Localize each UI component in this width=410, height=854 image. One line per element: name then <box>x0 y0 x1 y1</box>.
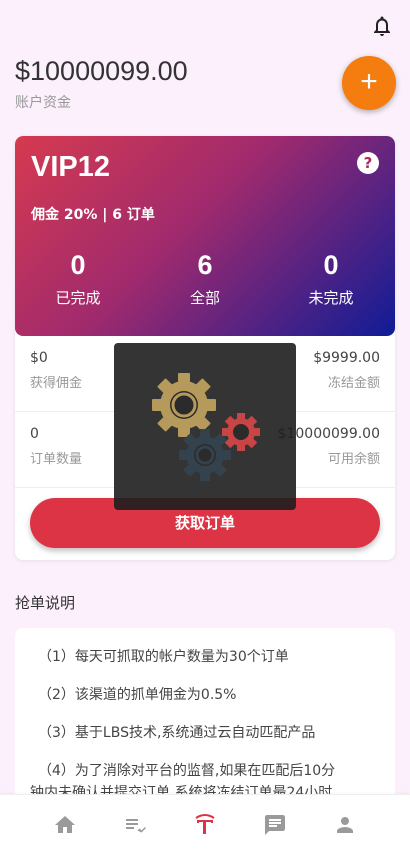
stat-value: 6 <box>197 250 213 280</box>
order-count-value: 0 <box>30 426 39 442</box>
stat-label: 全部 <box>189 289 220 307</box>
rules-panel: （1）每天可抓取的帐户数量为30个订单 （2）该渠道的抓单佣金为0.5% （3）… <box>15 628 395 818</box>
help-icon[interactable]: ? <box>357 152 379 174</box>
stat-all: 6 全部 <box>150 250 260 308</box>
nav-home[interactable] <box>53 813 77 837</box>
stat-pending: 0 未完成 <box>276 250 386 308</box>
account-balance-label: 账户资金 <box>15 95 71 111</box>
nav-profile[interactable] <box>333 813 357 837</box>
rule-item: （2）该渠道的抓单佣金为0.5% <box>38 687 237 703</box>
earned-label: 获得佣金 <box>30 376 83 391</box>
list-check-icon <box>126 819 146 833</box>
bottom-nav <box>0 794 410 854</box>
bell-icon[interactable] <box>370 14 394 38</box>
rule-item: （3）基于LBS技术,系统通过云自动匹配产品 <box>38 725 316 741</box>
earned-value: $0 <box>30 350 48 366</box>
gears-icon <box>152 373 260 481</box>
stat-completed: 0 已完成 <box>23 250 133 308</box>
home-icon <box>55 816 75 833</box>
commission-text: 佣金 20% | 6 订单 <box>31 207 155 223</box>
stat-value: 0 <box>70 250 86 280</box>
person-icon <box>337 817 353 833</box>
stat-label: 已完成 <box>55 289 101 307</box>
vip-panel: VIP12 ? 佣金 20% | 6 订单 0 已完成 6 全部 0 未完成 <box>15 136 395 336</box>
nav-orders[interactable] <box>123 813 147 837</box>
rule-item: （1）每天可抓取的帐户数量为30个订单 <box>38 649 289 665</box>
nav-grab[interactable] <box>193 813 217 837</box>
nav-messages[interactable] <box>263 813 287 837</box>
add-button[interactable]: + <box>342 56 396 110</box>
rules-title: 抢单说明 <box>15 594 76 612</box>
frozen-label: 冻结金额 <box>327 376 380 391</box>
vip-level: VIP12 <box>31 151 110 183</box>
stat-value: 0 <box>323 250 339 280</box>
frozen-value: $9999.00 <box>313 350 380 366</box>
order-count-label: 订单数量 <box>30 452 83 467</box>
grab-icon <box>195 813 215 834</box>
loading-overlay <box>114 343 296 510</box>
stat-label: 未完成 <box>308 289 354 307</box>
rule-item: （4）为了消除对平台的监督,如果在匹配后10分 <box>38 763 336 779</box>
account-balance: $10000099.00 <box>15 56 188 86</box>
chat-icon <box>265 815 285 835</box>
